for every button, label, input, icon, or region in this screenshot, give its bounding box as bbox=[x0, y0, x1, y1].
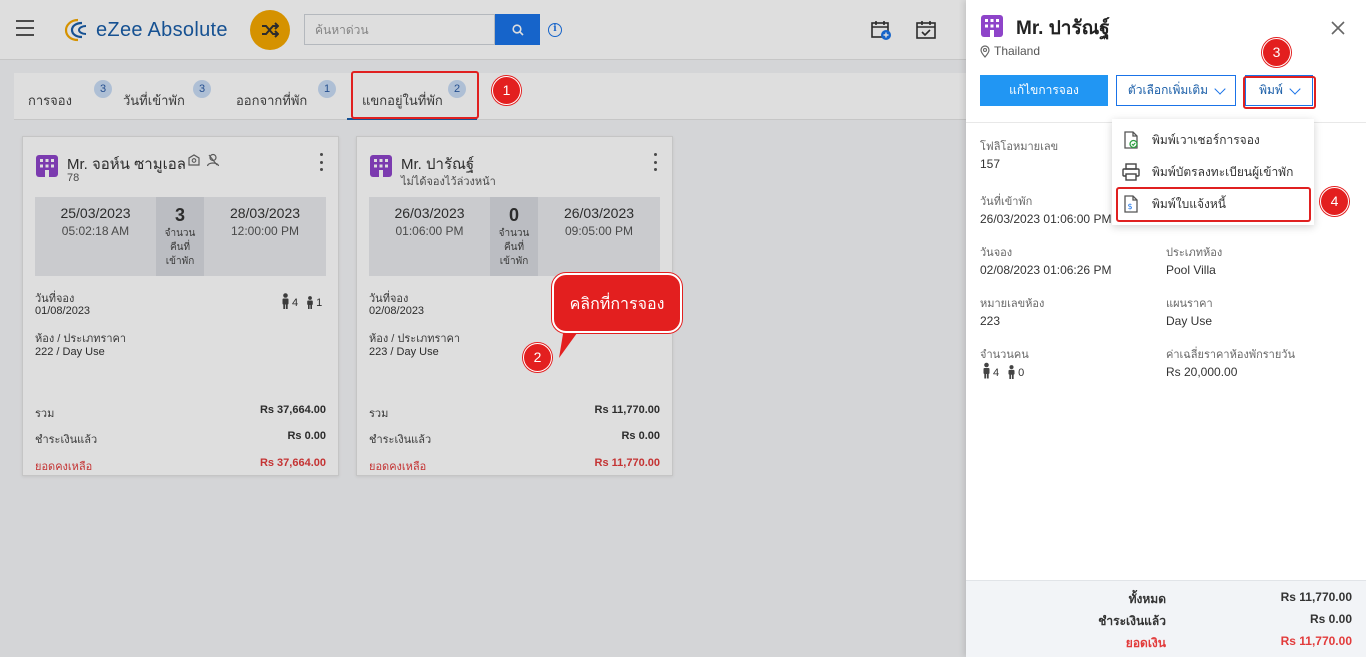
chevron-down-icon bbox=[1214, 82, 1226, 95]
adult-icon bbox=[983, 362, 990, 379]
print-registration-card-item[interactable]: พิมพ์บัตรลงทะเบียนผู้เข้าพัก bbox=[1112, 156, 1314, 188]
hotel-icon bbox=[981, 15, 1003, 37]
total-label: ทั้งหมด bbox=[1128, 592, 1166, 606]
step-marker-4: 4 bbox=[1320, 187, 1349, 216]
menu-item-label: พิมพ์เวาเชอร์การจอง bbox=[1152, 132, 1260, 147]
room-type: Pool Villa bbox=[1166, 263, 1216, 277]
child-icon bbox=[1008, 365, 1015, 379]
avg-rate: Rs 20,000.00 bbox=[1166, 365, 1238, 379]
arrival-datetime: 26/03/2023 01:06:00 PM bbox=[980, 212, 1112, 226]
menu-item-label: พิมพ์บัตรลงทะเบียนผู้เข้าพัก bbox=[1152, 164, 1294, 179]
booking-label: วันจอง bbox=[980, 247, 1013, 259]
avg-rate-label: ค่าเฉลี่ยราคาห้องพักรายวัน bbox=[1166, 349, 1295, 361]
more-options-label: ตัวเลือกเพิ่มเติม bbox=[1127, 83, 1209, 97]
room-type-label: ประเภทห้อง bbox=[1166, 247, 1223, 259]
modal-backdrop[interactable] bbox=[0, 0, 966, 657]
close-icon[interactable] bbox=[1330, 20, 1346, 36]
highlight-in-house-tab bbox=[351, 71, 479, 119]
paid-label: ชำระเงินแล้ว bbox=[1098, 614, 1166, 628]
print-voucher-item[interactable]: พิมพ์เวาเชอร์การจอง bbox=[1112, 124, 1314, 156]
rate-plan-label: แผนราคา bbox=[1166, 298, 1213, 310]
highlight-print-button bbox=[1243, 76, 1316, 109]
step-marker-2: 2 bbox=[523, 343, 552, 372]
child-count: 0 bbox=[1018, 367, 1025, 379]
rate-plan: Day Use bbox=[1166, 314, 1213, 328]
guest-country: Thailand bbox=[994, 44, 1041, 58]
callout-click-booking: คลิกที่การจอง bbox=[552, 273, 682, 333]
room-number: 223 bbox=[980, 314, 1001, 328]
adult-count: 4 bbox=[993, 367, 1000, 379]
panel-guest-name: Mr. ปารัณฐ์ bbox=[1016, 18, 1110, 39]
paid-amount: Rs 0.00 bbox=[1309, 612, 1352, 626]
highlight-print-invoice bbox=[1116, 187, 1311, 222]
location-pin-icon bbox=[980, 44, 990, 58]
pax-count: 4 0 bbox=[982, 362, 1024, 379]
balance-amount: Rs 11,770.00 bbox=[1280, 634, 1352, 648]
arrival-label: วันที่เข้าพัก bbox=[980, 196, 1033, 208]
panel-totals: ทั้งหมด Rs 11,770.00 ชำระเงินแล้ว Rs 0.0… bbox=[966, 580, 1366, 657]
folio-number: 157 bbox=[980, 157, 1001, 171]
folio-label: โฟลิโอหมายเลข bbox=[980, 141, 1059, 153]
printer-icon bbox=[1122, 163, 1140, 181]
voucher-icon bbox=[1124, 131, 1138, 149]
step-marker-3: 3 bbox=[1262, 38, 1291, 67]
booking-datetime: 02/08/2023 01:06:26 PM bbox=[980, 263, 1112, 277]
balance-label: ยอดเงิน bbox=[1125, 636, 1166, 650]
more-options-button[interactable]: ตัวเลือกเพิ่มเติม bbox=[1116, 75, 1236, 106]
step-marker-1: 1 bbox=[492, 76, 521, 105]
pax-label: จำนวนคน bbox=[980, 349, 1029, 361]
room-number-label: หมายเลขห้อง bbox=[980, 298, 1045, 310]
total-amount: Rs 11,770.00 bbox=[1280, 590, 1352, 604]
guest-location: Thailand bbox=[980, 44, 1040, 58]
edit-reservation-button[interactable]: แก้ไขการจอง bbox=[980, 75, 1108, 106]
